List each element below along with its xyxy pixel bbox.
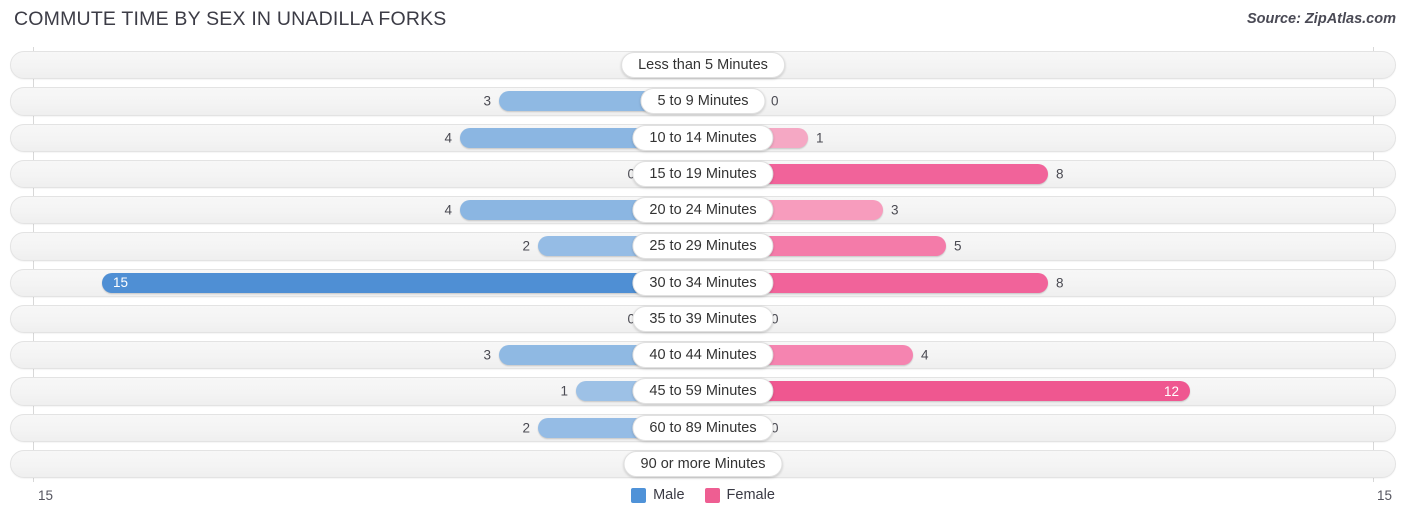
- table-row: 4 3 20 to 24 Minutes: [0, 192, 1406, 228]
- legend-swatch-female-icon: [704, 487, 720, 503]
- legend-label-female: Female: [726, 487, 775, 503]
- male-value-label: 4: [444, 202, 452, 218]
- source-attribution: Source: ZipAtlas.com: [1246, 11, 1396, 27]
- table-row: 1 12 45 to 59 Minutes: [0, 373, 1406, 409]
- category-label-pill: Less than 5 Minutes: [621, 52, 785, 79]
- page-title: COMMUTE TIME BY SEX IN UNADILLA FORKS: [14, 8, 447, 30]
- table-row: 4 1 10 to 14 Minutes: [0, 120, 1406, 156]
- category-label-pill: 15 to 19 Minutes: [632, 160, 774, 187]
- female-value-label: 0: [771, 93, 779, 109]
- category-label-pill: 10 to 14 Minutes: [632, 124, 774, 151]
- male-value-label: 3: [483, 347, 491, 363]
- male-value-label: 3: [483, 93, 491, 109]
- table-row: 0 8 15 to 19 Minutes: [0, 156, 1406, 192]
- female-value-label: 1: [816, 129, 824, 145]
- female-value-label: 3: [891, 202, 899, 218]
- male-value-label: 1: [560, 383, 568, 399]
- female-bar[interactable]: 12: [703, 381, 1190, 402]
- table-row: 3 4 40 to 44 Minutes: [0, 337, 1406, 373]
- category-label-pill: 5 to 9 Minutes: [640, 88, 766, 115]
- table-row: 2 5 25 to 29 Minutes: [0, 228, 1406, 264]
- table-row: 2 0 60 to 89 Minutes: [0, 410, 1406, 446]
- legend-label-male: Male: [653, 487, 685, 503]
- male-value-label: 15: [113, 274, 129, 290]
- female-value-label: 8: [1056, 274, 1064, 290]
- category-label-pill: 60 to 89 Minutes: [632, 414, 774, 441]
- female-value-label: 4: [921, 347, 929, 363]
- category-label-pill: 45 to 59 Minutes: [632, 378, 774, 405]
- male-value-label: 4: [444, 129, 452, 145]
- female-value-label: 5: [954, 238, 962, 254]
- category-label-pill: 90 or more Minutes: [623, 450, 783, 477]
- male-bar[interactable]: 15: [102, 272, 703, 293]
- category-label-pill: 20 to 24 Minutes: [632, 197, 774, 224]
- legend-item-male[interactable]: Male: [631, 487, 685, 503]
- chart-header: COMMUTE TIME BY SEX IN UNADILLA FORKS So…: [0, 0, 1406, 36]
- category-label-pill: 40 to 44 Minutes: [632, 342, 774, 369]
- chart-legend: Male Female: [0, 487, 1406, 503]
- chart-footer: 15 15 Male Female: [0, 484, 1406, 522]
- male-value-label: 2: [522, 238, 530, 254]
- table-row: 0090 or more Minutes: [0, 446, 1406, 482]
- female-value-label: 12: [1163, 383, 1179, 399]
- category-label-pill: 35 to 39 Minutes: [632, 305, 774, 332]
- male-value-label: 2: [522, 419, 530, 435]
- legend-item-female[interactable]: Female: [704, 487, 775, 503]
- table-row: 3 0 5 to 9 Minutes: [0, 83, 1406, 119]
- female-value-label: 8: [1056, 166, 1064, 182]
- category-label-pill: 25 to 29 Minutes: [632, 233, 774, 260]
- table-row: 15 8 30 to 34 Minutes: [0, 265, 1406, 301]
- category-label-pill: 30 to 34 Minutes: [632, 269, 774, 296]
- table-row: 0 0 35 to 39 Minutes: [0, 301, 1406, 337]
- chart-plot-area: 00Less than 5 Minutes305 to 9 Minutes411…: [0, 47, 1406, 482]
- legend-swatch-male-icon: [631, 487, 647, 503]
- table-row: 00Less than 5 Minutes: [0, 47, 1406, 83]
- bar-rows-container: 00Less than 5 Minutes305 to 9 Minutes411…: [0, 47, 1406, 482]
